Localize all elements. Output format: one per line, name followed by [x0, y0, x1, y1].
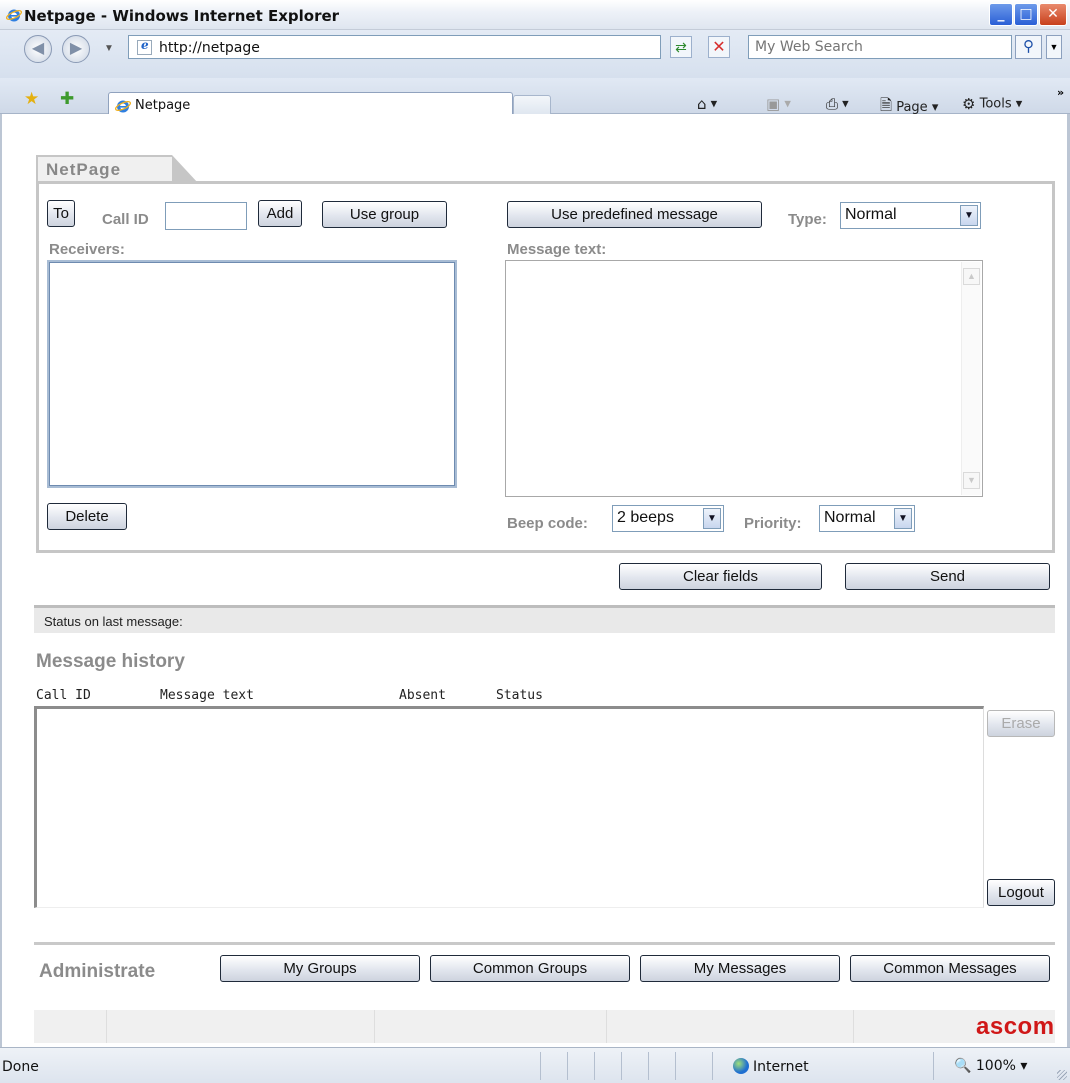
message-text-label: Message text: [507, 241, 607, 258]
delete-button[interactable]: Delete [47, 503, 127, 530]
chevron-down-icon: ▼ [703, 508, 721, 529]
erase-button[interactable]: Erase [987, 710, 1055, 737]
add-favorites-icon[interactable]: ✚ [60, 89, 74, 109]
use-group-button[interactable]: Use group [322, 201, 447, 228]
netpage-tab: NetPage [36, 155, 198, 183]
home-icon[interactable]: ⌂ ▾ [697, 95, 717, 113]
common-groups-button[interactable]: Common Groups [430, 955, 630, 982]
page-viewport: NetPage To Call ID Add Use group Receive… [0, 114, 1070, 1047]
chevron-down-icon: ▼ [894, 508, 912, 529]
tab-label: Netpage [135, 98, 191, 113]
search-input[interactable] [749, 36, 1011, 58]
chevron-more-icon[interactable]: » [1057, 86, 1064, 99]
section-divider [34, 942, 1055, 945]
beep-code-label: Beep code: [507, 515, 588, 532]
priority-label: Priority: [744, 515, 802, 532]
call-id-label: Call ID [102, 211, 149, 228]
last-message-status: Status on last message: [34, 605, 1055, 633]
receivers-label: Receivers: [49, 241, 125, 258]
receivers-list[interactable] [47, 260, 457, 488]
refresh-icon[interactable]: ⇄ [670, 36, 692, 58]
status-label: Status on last message: [44, 614, 183, 629]
send-button[interactable]: Send [845, 563, 1050, 590]
gear-icon: ⚙ [962, 95, 976, 113]
my-messages-button[interactable]: My Messages [640, 955, 840, 982]
title-bar: Netpage - Windows Internet Explorer _ □ … [0, 0, 1070, 30]
beep-code-select[interactable]: 2 beeps ▼ [612, 505, 724, 532]
stop-icon[interactable]: ✕ [708, 36, 730, 58]
message-text-area[interactable]: ▲ ▼ [505, 260, 983, 497]
ascom-logo: ascom [976, 1013, 1055, 1040]
window-title: Netpage - Windows Internet Explorer [24, 7, 340, 25]
history-column-message-text: Message text [160, 688, 254, 703]
history-column-status: Status [496, 688, 543, 703]
add-button[interactable]: Add [258, 200, 302, 227]
search-field[interactable] [748, 35, 1012, 59]
logout-button[interactable]: Logout [987, 879, 1055, 906]
scroll-up-icon[interactable]: ▲ [963, 268, 980, 285]
address-toolbar: ◀ ▶ ▼ http://netpage ▼ ⇄ ✕ ⚲ ▼ [0, 30, 1070, 78]
internet-explorer-icon [115, 100, 131, 113]
forward-icon[interactable]: ▶ [62, 35, 90, 63]
page-icon [137, 38, 152, 55]
common-messages-button[interactable]: Common Messages [850, 955, 1050, 982]
address-url[interactable]: http://netpage [159, 40, 260, 56]
my-groups-button[interactable]: My Groups [220, 955, 420, 982]
priority-select[interactable]: Normal ▼ [819, 505, 915, 532]
address-field[interactable]: http://netpage [128, 35, 661, 59]
history-column-absent: Absent [399, 688, 446, 703]
search-options-icon[interactable]: ▼ [1046, 35, 1062, 59]
chevron-down-icon: ▼ [960, 205, 978, 226]
message-scrollbar[interactable]: ▲ ▼ [961, 262, 981, 495]
tab-bar: ★ ✚ Netpage ⌂ ▾ ▣ ▾ ⎙ ▾ 🗎 Page ▾ ⚙ Tools… [0, 78, 1070, 118]
message-history-title: Message history [36, 651, 185, 672]
globe-icon [733, 1058, 749, 1074]
maximize-button[interactable]: □ [1014, 3, 1038, 26]
zoom-icon: 🔍 [954, 1058, 972, 1074]
tools-menu[interactable]: ⚙ Tools ▾ [962, 95, 1022, 113]
zoom-level[interactable]: 🔍 100% ▾ [954, 1058, 1027, 1074]
feeds-icon[interactable]: ▣ ▾ [766, 95, 791, 113]
security-zone: Internet [733, 1058, 809, 1075]
history-dropdown-icon[interactable]: ▼ [104, 43, 114, 54]
message-history-list[interactable] [34, 706, 984, 908]
close-window-button[interactable]: ✕ [1039, 3, 1067, 26]
browser-status-bar: Done Internet 🔍 100% ▾ [0, 1047, 1070, 1083]
favorites-star-icon[interactable]: ★ [24, 89, 39, 109]
history-column-call-id: Call ID [36, 688, 91, 703]
type-label: Type: [788, 211, 827, 228]
clear-fields-button[interactable]: Clear fields [619, 563, 822, 590]
scroll-down-icon[interactable]: ▼ [963, 472, 980, 489]
resize-grip-icon[interactable] [1057, 1070, 1067, 1080]
minimize-button[interactable]: _ [989, 3, 1013, 26]
administrate-label: Administrate [39, 961, 156, 982]
to-button[interactable]: To [47, 200, 75, 227]
use-predefined-message-button[interactable]: Use predefined message [507, 201, 762, 228]
internet-explorer-icon [6, 9, 22, 22]
print-icon[interactable]: ⎙ ▾ [826, 95, 849, 113]
page-footer [34, 1010, 1055, 1043]
type-select[interactable]: Normal ▼ [840, 202, 981, 229]
call-id-field[interactable] [165, 202, 247, 230]
back-icon[interactable]: ◀ [24, 35, 52, 63]
status-text: Done [2, 1059, 39, 1075]
search-icon[interactable]: ⚲ [1015, 35, 1042, 59]
call-id-input[interactable] [166, 203, 246, 229]
